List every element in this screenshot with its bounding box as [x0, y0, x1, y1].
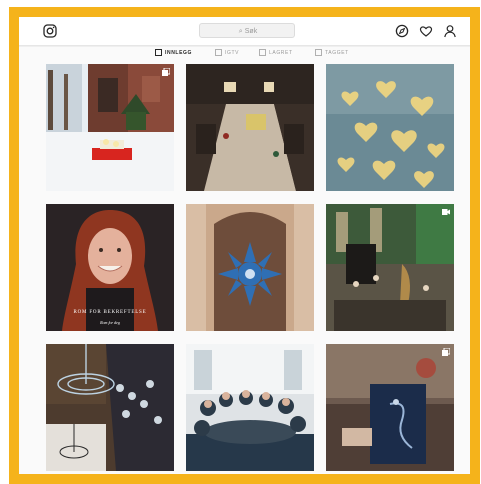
- tab-igtv[interactable]: IGTV: [215, 48, 239, 58]
- compass-icon[interactable]: [395, 24, 409, 38]
- profile-tabs: INNLEGG IGTV LAGRET TAGGET: [19, 47, 470, 61]
- tab-label: TAGGET: [325, 50, 349, 56]
- user-icon[interactable]: [443, 24, 457, 38]
- frame-border-bottom: [9, 474, 480, 484]
- tab-innlegg[interactable]: INNLEGG: [155, 48, 192, 58]
- post-church-interior[interactable]: [186, 64, 314, 191]
- tab-label: INNLEGG: [165, 50, 192, 56]
- post-blue-ornament[interactable]: [186, 204, 314, 331]
- heart-icon[interactable]: [419, 24, 433, 38]
- tab-tagget[interactable]: TAGGET: [315, 48, 349, 58]
- post-book-in-hand[interactable]: [326, 344, 454, 471]
- bookmark-icon: [259, 49, 266, 57]
- tab-label: LAGRET: [269, 50, 293, 56]
- post-portrait[interactable]: ROM FOR BEKREFTELSE Rom for deg: [46, 204, 174, 331]
- search-input[interactable]: ⌕ Søk: [199, 23, 295, 38]
- tv-icon: [215, 49, 222, 57]
- search-placeholder: Søk: [244, 28, 258, 35]
- tab-lagret[interactable]: LAGRET: [259, 48, 293, 58]
- search-icon: ⌕: [238, 28, 243, 35]
- post-bokeh-hearts[interactable]: [326, 64, 454, 191]
- tag-icon: [315, 49, 322, 57]
- post-snowy-church[interactable]: [46, 64, 174, 191]
- carousel-icon: [442, 348, 450, 356]
- carousel-icon: [162, 68, 170, 76]
- top-bar: ⌕ Søk: [19, 17, 470, 46]
- post-chandelier-crowd[interactable]: [46, 344, 174, 471]
- post-table-gathering[interactable]: [186, 344, 314, 471]
- post-caption-title: ROM FOR BEKREFTELSE: [73, 310, 147, 315]
- screenshot-frame: ⌕ Søk INNLEGG IGTV LAGRET TAGGET ROM FOR…: [0, 0, 481, 484]
- grid-icon: [155, 49, 162, 57]
- frame-border-right: [470, 7, 480, 484]
- post-church-concert[interactable]: [326, 204, 454, 331]
- video-icon: [442, 208, 450, 216]
- instagram-icon[interactable]: [43, 24, 57, 38]
- instagram-profile-page: ⌕ Søk INNLEGG IGTV LAGRET TAGGET ROM FOR…: [19, 17, 470, 474]
- frame-border-left: [9, 7, 19, 484]
- tab-label: IGTV: [225, 50, 240, 56]
- frame-border-top: [9, 7, 480, 17]
- post-caption-subtitle: Rom for deg: [100, 320, 120, 325]
